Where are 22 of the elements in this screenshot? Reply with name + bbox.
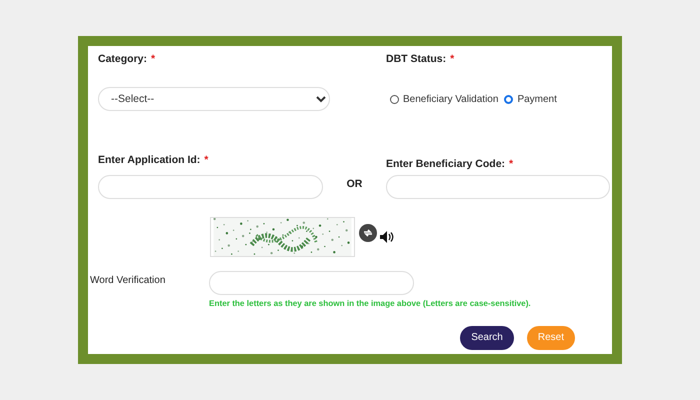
required-mark: *	[204, 152, 208, 168]
speaker-icon[interactable]	[380, 230, 395, 242]
category-label: Category:	[98, 52, 148, 67]
dbt-status-label: DBT Status:	[386, 52, 446, 67]
radio-button[interactable]	[390, 94, 399, 104]
word-verification-field[interactable]	[209, 270, 414, 294]
radio-label: Beneficiary Validation	[403, 92, 498, 107]
application-id-field[interactable]	[98, 174, 323, 198]
beneficiary-code-field[interactable]	[386, 174, 610, 198]
required-mark: *	[509, 156, 514, 172]
category-select[interactable]: --Select--	[98, 86, 330, 111]
refresh-icon[interactable]	[359, 224, 377, 242]
beneficiary-code-label: Enter Beneficiary Code:	[386, 156, 506, 172]
word-verification-label: Word Verification	[89, 274, 166, 288]
hint-text: Enter the letters as they are shown in the image above (Letters are case-sensitive).	[209, 298, 531, 310]
application-id-label: Enter Application Id:	[98, 152, 200, 168]
required-mark: *	[450, 52, 454, 67]
or-separator: OR	[346, 176, 364, 192]
radio-button[interactable]	[504, 94, 514, 104]
search-button[interactable]: Search	[460, 326, 514, 350]
required-mark: *	[151, 52, 156, 67]
radio-label: Payment	[517, 92, 557, 107]
